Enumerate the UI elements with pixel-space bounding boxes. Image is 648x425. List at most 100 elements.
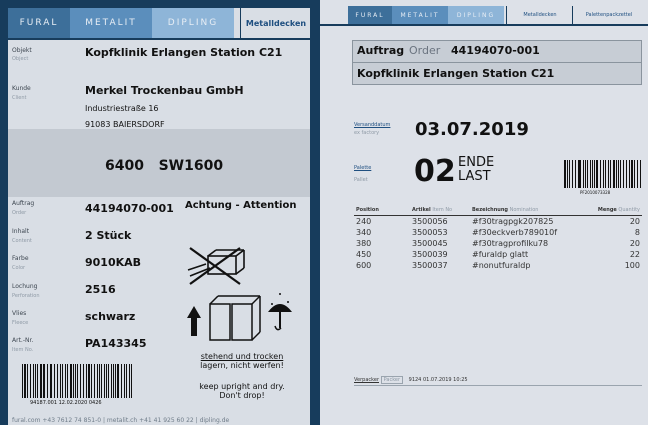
brand-metalit: METALIT — [70, 8, 152, 38]
client-street: Industriestraße 16 — [85, 104, 159, 113]
pallet-status: ENDE LAST — [458, 156, 494, 184]
positions-table: Position Artikel Item No Bezeichnung Nom… — [354, 204, 642, 271]
pallet-status-line2: LAST — [458, 169, 491, 184]
warning-text-de: stehend und trocken lagern, nicht werfen… — [180, 352, 304, 370]
warning-en-line1: keep upright and dry. — [199, 382, 285, 391]
pallet-slip: FURAL METALIT DIPLING Metalldecken Palet… — [320, 0, 648, 425]
order-sublabel: Order — [409, 44, 441, 57]
pallet-barcode-text: PF2010073328 — [580, 190, 611, 195]
fine-print-grid — [354, 385, 642, 425]
perforation-sublabel: Perforation — [12, 293, 40, 299]
brand-strip: FURAL METALIT DIPLING — [8, 8, 234, 38]
brand-strip-right: FURAL METALIT DIPLING — [348, 6, 504, 24]
order-label: Auftrag — [357, 44, 405, 57]
client-sublabel: Client — [12, 95, 27, 101]
packer-value: 9124 01.07.2019 10:25 — [408, 377, 468, 383]
content-label: Inhalt — [12, 228, 30, 235]
table-row: 380 3500045 #f30tragprofilku78 20 — [354, 238, 642, 249]
tab-metalldecken: Metalldecken — [240, 8, 310, 38]
row-article: 3500045 — [412, 239, 448, 248]
order-value: 44194070-001 — [451, 44, 540, 57]
col-article-label: Artikel — [412, 206, 431, 213]
handling-pictogram — [187, 247, 292, 341]
color-label: Farbe — [12, 255, 29, 262]
object-label: Objekt — [12, 47, 32, 54]
client-label: Kunde — [12, 85, 31, 92]
table-row: 450 3500039 #furaldp glatt 22 — [354, 249, 642, 260]
ship-date-sublabel: ex factory — [354, 130, 380, 136]
header-divider-right — [320, 24, 648, 26]
col-position: Position — [356, 206, 379, 213]
packer-label: Verpacker — [354, 377, 379, 383]
product-label: FURAL METALIT DIPLING Metalldecken Objek… — [8, 8, 310, 425]
color-value: 9010KAB — [85, 256, 142, 269]
fine-print-rule — [354, 385, 642, 386]
item-no-value: PA143345 — [85, 337, 147, 350]
order-value: 44194070-001 — [85, 202, 174, 215]
col-description-label: Bezeichnung — [472, 206, 508, 213]
pallet-status-line1: ENDE — [458, 155, 495, 170]
perforation-label: Lochung — [12, 283, 38, 290]
packer-row: Verpacker Packer 9124 01.07.2019 10:25 — [354, 376, 468, 384]
tab-palettenpackzettel: Palettenpackzettel — [572, 6, 645, 24]
row-quantity: 20 — [629, 217, 640, 226]
row-description: #f30tragpgk207825 — [472, 217, 554, 226]
item-no-sublabel: Item No. — [12, 347, 34, 353]
product-code: 6400 SW1600 — [105, 158, 224, 174]
row-position: 600 — [356, 261, 372, 270]
warning-text-en: keep upright and dry. Don't drop! — [180, 382, 304, 400]
table-row: 340 3500053 #f30eckverb789010f 8 — [354, 227, 642, 238]
warning-de-line1: stehend und trocken — [200, 352, 284, 361]
row-description: #f30tragprofilku78 — [472, 239, 549, 248]
ship-date: 03.07.2019 — [415, 119, 529, 140]
col-quantity-sublabel: Quantity — [618, 206, 640, 213]
table-row: 600 3500037 #nonutfuraldp 100 — [354, 260, 642, 271]
row-position: 340 — [356, 228, 372, 237]
col-article-sublabel: Item No — [432, 206, 453, 213]
package-icon — [209, 295, 261, 341]
brand-fural: FURAL — [348, 6, 392, 24]
tab-metalldecken-right: Metalldecken — [506, 6, 573, 24]
object-value: Kopfklinik Erlangen Station C21 — [85, 46, 283, 59]
row-quantity: 20 — [629, 239, 640, 248]
col-quantity: Menge Quantity — [583, 204, 642, 216]
col-article: Artikel Item No — [410, 204, 470, 216]
col-quantity-label: Menge — [597, 206, 617, 213]
upright-arrow-icon — [187, 306, 201, 336]
umbrella-icon — [268, 293, 292, 331]
row-quantity: 22 — [629, 250, 640, 259]
content-value: 2 Stück — [85, 229, 132, 242]
brand-fural: FURAL — [8, 8, 70, 38]
row-description: #nonutfuraldp — [472, 261, 531, 270]
table-row: 240 3500056 #f30tragpgk207825 20 — [354, 216, 642, 228]
packer-sublabel: Packer — [380, 376, 404, 384]
project-box: Kopfklinik Erlangen Station C21 — [352, 62, 642, 85]
order-label: Auftrag — [12, 200, 35, 207]
ship-date-label: Versanddatum — [354, 122, 391, 128]
row-position: 240 — [356, 217, 372, 226]
row-quantity: 100 — [624, 261, 640, 270]
object-sublabel: Object — [12, 56, 29, 62]
barcode-text: 94187.001 12.02.2020 0426 — [30, 400, 102, 406]
content-sublabel: Content — [12, 238, 32, 244]
item-no-label: Art.-Nr. — [12, 337, 34, 344]
brand-metalit: METALIT — [392, 6, 448, 24]
pallet-sublabel: Pallet — [354, 177, 368, 183]
order-box: Auftrag Order 44194070-001 — [352, 40, 642, 63]
color-sublabel: Color — [12, 265, 26, 271]
fleece-value: schwarz — [85, 310, 136, 323]
pallet-label: Palette — [354, 165, 372, 171]
row-article: 3500053 — [412, 228, 448, 237]
row-quantity: 8 — [634, 228, 640, 237]
row-article: 3500037 — [412, 261, 448, 270]
fleece-sublabel: Fleece — [12, 320, 29, 326]
project-name: Kopfklinik Erlangen Station C21 — [357, 67, 555, 80]
row-position: 380 — [356, 239, 372, 248]
footer-contacts: fural.com +43 7612 74 851-0 | metalit.ch… — [12, 417, 230, 424]
row-description: #f30eckverb789010f — [472, 228, 558, 237]
brand-dipling: DIPLING — [448, 6, 504, 24]
pallet-number: 02 — [414, 154, 456, 189]
perforation-value: 2516 — [85, 283, 116, 296]
col-description-sublabel: Nomination — [509, 206, 539, 213]
row-description: #furaldp glatt — [472, 250, 529, 259]
